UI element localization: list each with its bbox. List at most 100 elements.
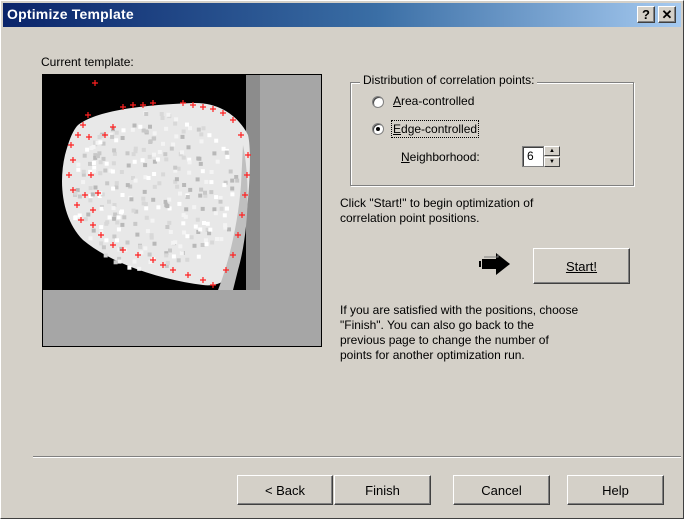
image-speckle (147, 154, 152, 159)
image-speckle (168, 248, 172, 253)
neighborhood-rest: eighborhood: (409, 150, 480, 164)
image-speckle (209, 180, 214, 185)
image-speckle (141, 201, 146, 206)
image-speckle (173, 165, 178, 170)
image-speckle (144, 129, 149, 134)
image-speckle (148, 140, 153, 144)
image-speckle (173, 121, 178, 126)
image-speckle (125, 151, 130, 156)
start-button-label: Start! (565, 259, 598, 274)
image-speckle (125, 183, 130, 188)
image-speckle (127, 265, 132, 270)
image-speckle (187, 170, 192, 175)
image-speckle (203, 190, 207, 195)
area-controlled-radio[interactable] (372, 96, 384, 108)
image-speckle (161, 141, 165, 146)
image-speckle (112, 151, 117, 156)
image-speckle (199, 132, 204, 137)
image-speckle (110, 134, 115, 139)
spin-up-button[interactable]: ▲ (544, 146, 560, 156)
neighborhood-input[interactable]: 6 (522, 146, 544, 167)
image-speckle (189, 235, 194, 240)
image-speckle (230, 186, 235, 191)
image-speckle (227, 227, 231, 232)
image-speckle (138, 245, 143, 249)
image-speckle (171, 142, 176, 147)
start-button[interactable]: Start! (533, 248, 630, 284)
image-speckle (188, 187, 193, 192)
image-speckle (208, 227, 213, 232)
image-speckle (139, 250, 144, 255)
image-speckle (111, 206, 116, 211)
image-speckle (99, 241, 104, 246)
image-speckle (132, 123, 137, 128)
title-bar[interactable]: Optimize Template ? ✕ (3, 3, 681, 27)
finish-button-label: Finish (365, 483, 400, 498)
edge-controlled-radio[interactable] (372, 123, 384, 135)
close-button[interactable]: ✕ (658, 6, 676, 23)
image-speckle (142, 189, 147, 194)
back-button[interactable]: < Back (237, 475, 333, 505)
image-speckle (188, 126, 192, 131)
image-speckle (152, 131, 157, 136)
image-speckle (230, 192, 235, 197)
image-speckle (98, 160, 103, 165)
cancel-button[interactable]: Cancel (453, 475, 550, 505)
image-speckle (186, 145, 191, 150)
neighborhood-spinner[interactable]: ▲ ▼ (544, 146, 560, 167)
image-speckle (167, 197, 172, 202)
area-controlled-label[interactable]: Area-controlled (393, 94, 474, 108)
help-button[interactable]: Help (567, 475, 664, 505)
image-speckle (114, 181, 119, 186)
template-image (42, 74, 322, 347)
image-speckle (150, 218, 155, 223)
image-speckle (175, 184, 180, 189)
image-speckle (121, 128, 126, 133)
image-speckle (131, 152, 136, 157)
image-speckle (130, 127, 135, 132)
image-speckle (114, 138, 119, 143)
image-speckle (105, 181, 110, 186)
image-speckle (177, 201, 182, 206)
image-speckle (155, 157, 160, 162)
image-speckle (201, 126, 206, 131)
image-speckle (114, 130, 119, 135)
image-speckle (81, 169, 86, 174)
image-speckle (144, 215, 149, 220)
area-controlled-rest: rea-controlled (401, 94, 475, 108)
image-speckle (110, 169, 115, 174)
image-speckle (200, 206, 205, 211)
image-speckle (88, 161, 92, 166)
image-speckle (187, 160, 192, 165)
back-button-label: < Back (264, 483, 306, 498)
right-arrow-icon (478, 252, 514, 279)
image-speckle (202, 221, 206, 225)
help-title-button[interactable]: ? (637, 6, 655, 23)
image-speckle (129, 197, 134, 202)
cancel-button-label: Cancel (481, 483, 522, 498)
start-instruction: Click "Start!" to begin optimization of … (340, 196, 534, 225)
image-speckle (73, 191, 78, 196)
image-speckle (210, 240, 215, 245)
image-speckle (95, 154, 100, 159)
separator-line (33, 456, 681, 458)
image-speckle (181, 221, 186, 226)
image-speckle (144, 206, 149, 211)
image-speckle (103, 253, 108, 258)
image-speckle (219, 237, 224, 242)
image-speckle (104, 161, 109, 166)
image-speckle (77, 213, 82, 218)
image-speckle (184, 207, 189, 212)
image-speckle (176, 258, 181, 263)
image-speckle (174, 117, 179, 122)
spin-down-button[interactable]: ▼ (544, 157, 560, 167)
image-speckle (223, 225, 228, 230)
image-speckle (181, 155, 186, 160)
finish-button[interactable]: Finish (334, 475, 431, 505)
image-speckle (219, 206, 224, 211)
image-speckle (144, 112, 149, 116)
image-speckle (222, 183, 227, 188)
image-speckle (182, 183, 187, 187)
edge-controlled-label[interactable]: Edge-controlled (390, 120, 480, 138)
image-speckle (81, 180, 86, 185)
